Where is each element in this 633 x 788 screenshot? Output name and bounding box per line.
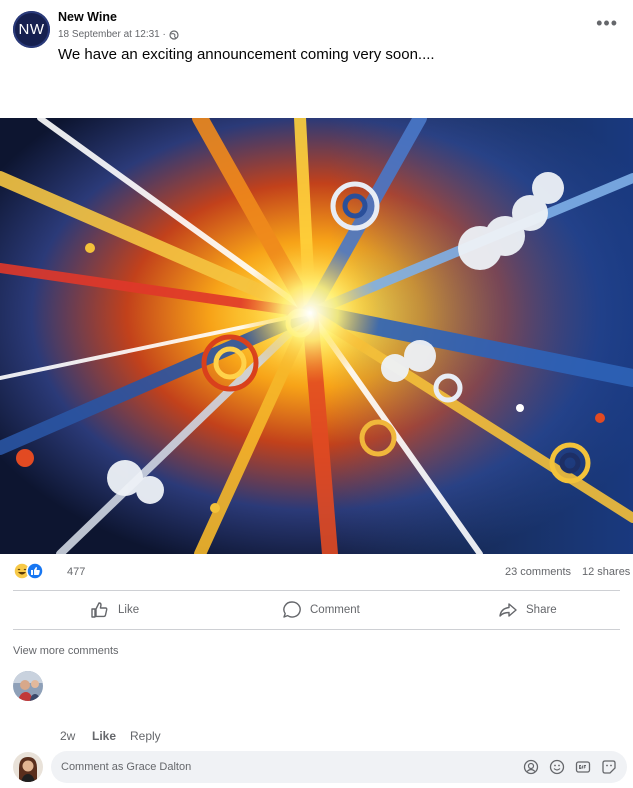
thumbs-up-icon bbox=[91, 602, 108, 618]
like-icon bbox=[26, 562, 44, 580]
comment-like-link[interactable]: Like bbox=[92, 729, 116, 743]
comment-age: 2w bbox=[60, 729, 76, 743]
post-text: We have an exciting announcement coming … bbox=[58, 46, 435, 63]
comment-reply-link[interactable]: Reply bbox=[130, 729, 161, 743]
like-button[interactable]: Like bbox=[90, 592, 139, 628]
post-meta: 18 September at 12:31 · bbox=[58, 29, 179, 40]
like-label: Like bbox=[118, 604, 140, 616]
comments-count[interactable]: 23 comments bbox=[505, 566, 571, 578]
comment-composer[interactable] bbox=[51, 751, 627, 783]
abstract-explosion-artwork bbox=[0, 118, 633, 554]
share-arrow-icon bbox=[499, 603, 517, 617]
current-user-avatar[interactable] bbox=[13, 752, 43, 782]
commenter-avatar[interactable] bbox=[13, 671, 43, 701]
reaction-icons[interactable] bbox=[13, 562, 44, 580]
post-image[interactable] bbox=[0, 118, 633, 554]
post-author[interactable]: New Wine bbox=[58, 10, 117, 24]
shares-count[interactable]: 12 shares bbox=[582, 566, 630, 578]
avatar-sticker-icon[interactable] bbox=[523, 759, 539, 775]
gif-icon[interactable] bbox=[575, 759, 591, 775]
share-label: Share bbox=[526, 604, 557, 616]
share-button[interactable]: Share bbox=[498, 592, 557, 628]
comment-button[interactable]: Comment bbox=[282, 592, 360, 628]
avatar-initials: NW bbox=[18, 21, 45, 38]
comment-label: Comment bbox=[310, 604, 360, 616]
more-options-icon[interactable]: ••• bbox=[596, 14, 618, 32]
page-avatar[interactable]: NW bbox=[13, 11, 50, 48]
post-timestamp[interactable]: 18 September at 12:31 · bbox=[58, 29, 166, 40]
reaction-count[interactable]: 477 bbox=[67, 566, 85, 578]
divider bbox=[13, 590, 620, 591]
divider bbox=[13, 629, 620, 630]
composer-icons bbox=[523, 759, 617, 775]
comment-input[interactable] bbox=[51, 751, 501, 783]
comment-bubble-icon bbox=[283, 601, 301, 618]
emoji-icon[interactable] bbox=[549, 759, 565, 775]
globe-icon bbox=[169, 29, 179, 40]
view-more-comments-link[interactable]: View more comments bbox=[13, 645, 119, 657]
sticker-icon[interactable] bbox=[601, 759, 617, 775]
